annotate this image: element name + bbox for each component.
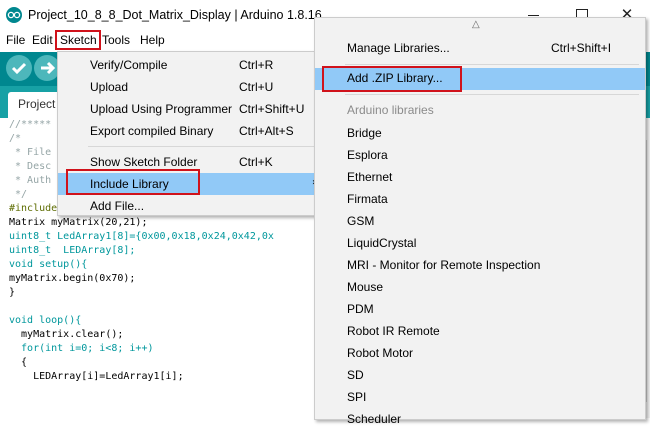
library-item[interactable]: MRI - Monitor for Remote Inspection	[315, 255, 645, 277]
menu-separator	[345, 64, 639, 65]
menu-item-upload[interactable]: Upload Ctrl+U	[58, 76, 320, 98]
code-line: myMatrix.clear();	[9, 329, 124, 340]
code-line: * Auth	[9, 175, 52, 186]
library-item[interactable]: LiquidCrystal	[315, 233, 645, 255]
menu-item-verify-compile[interactable]: Verify/Compile Ctrl+R	[58, 54, 320, 76]
code-line: {	[9, 357, 28, 368]
library-item[interactable]: Esplora	[315, 145, 645, 167]
code-line: * File	[9, 147, 52, 158]
menu-file[interactable]: File	[6, 33, 25, 47]
code-line: */	[9, 189, 28, 200]
menu-item-manage-libraries[interactable]: Manage Libraries... Ctrl+Shift+I	[315, 38, 645, 60]
library-item[interactable]: Bridge	[315, 123, 645, 145]
menu-separator	[345, 94, 639, 95]
library-item[interactable]: Ethernet	[315, 167, 645, 189]
window-title: Project_10_8_8_Dot_Matrix_Display | Ardu…	[28, 8, 322, 22]
library-item[interactable]: Robot Motor	[315, 343, 645, 365]
code-line: LEDArray[i]=LedArray1[i];	[9, 371, 184, 382]
code-line: uint8_t LedArray1[8]={0x00,0x18,0x24,0x4…	[9, 231, 274, 242]
arduino-logo-icon	[6, 7, 22, 23]
library-item[interactable]: SPI	[315, 387, 645, 409]
code-line: void loop(){	[9, 315, 82, 326]
menu-edit[interactable]: Edit	[32, 33, 53, 47]
menu-help[interactable]: Help	[140, 33, 165, 47]
code-line: uint8_t LEDArray[8];	[9, 245, 136, 256]
verify-icon[interactable]	[6, 55, 32, 81]
library-item[interactable]: PDM	[315, 299, 645, 321]
menu-separator	[88, 146, 316, 147]
library-item[interactable]: GSM	[315, 211, 645, 233]
add-zip-library-highlight-box	[322, 66, 462, 92]
code-line: /*	[9, 133, 22, 144]
code-line: }	[9, 287, 16, 298]
sketch-menu-highlight-box	[55, 30, 101, 50]
menu-scroll-up-icon[interactable]: △	[472, 19, 480, 30]
code-line: void setup(){	[9, 259, 88, 270]
menu-item-export-compiled-binary[interactable]: Export compiled Binary Ctrl+Alt+S	[58, 120, 320, 142]
code-line: * Desc	[9, 161, 52, 172]
library-section-header: Arduino libraries	[347, 103, 434, 117]
library-item[interactable]: SD	[315, 365, 645, 387]
code-line: myMatrix.begin(0x70);	[9, 273, 136, 284]
library-item[interactable]: Robot IR Remote	[315, 321, 645, 343]
include-library-highlight-box	[66, 169, 200, 195]
code-line: //*****	[9, 119, 52, 130]
code-line: Matrix myMatrix(20,21);	[9, 217, 148, 228]
menu-item-upload-using-programmer[interactable]: Upload Using Programmer Ctrl+Shift+U	[58, 98, 320, 120]
library-item[interactable]: Firmata	[315, 189, 645, 211]
code-line: for(int i=0; i<8; i++)	[9, 343, 154, 354]
library-item[interactable]: Mouse	[315, 277, 645, 299]
tab-project-label: Project	[18, 97, 56, 111]
library-item[interactable]: Scheduler	[315, 409, 645, 431]
menu-item-add-file[interactable]: Add File...	[58, 195, 320, 217]
menu-tools[interactable]: Tools	[102, 33, 130, 47]
